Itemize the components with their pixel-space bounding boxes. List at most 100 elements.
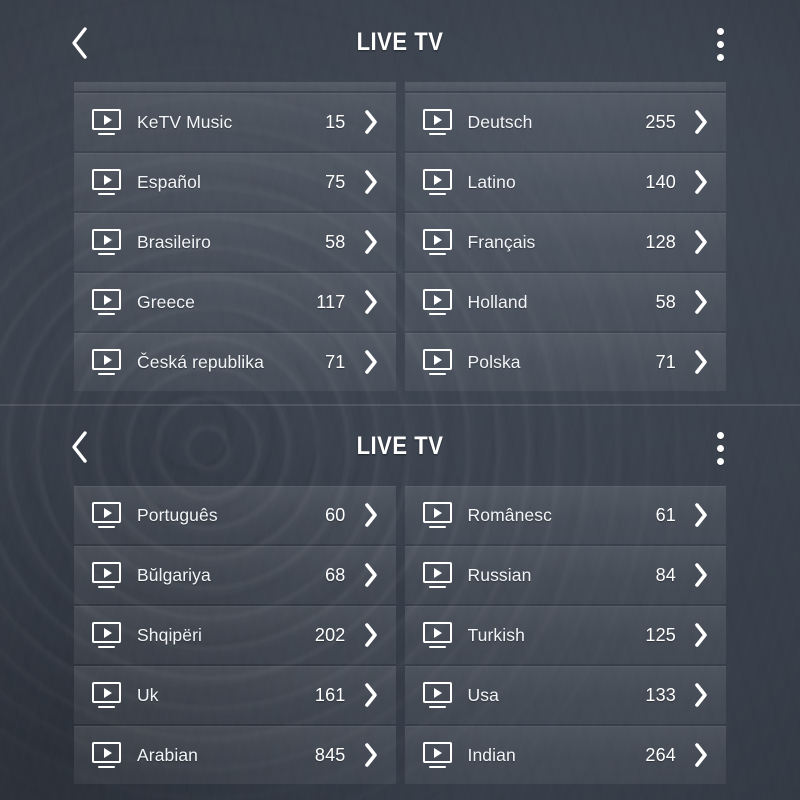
tv-stand-shape — [98, 312, 115, 315]
chevron-right-icon[interactable] — [690, 500, 712, 530]
channel-name: Arabian — [137, 744, 199, 765]
channel-row[interactable]: Shqipëri 202 — [74, 606, 396, 664]
tv-play-icon — [92, 502, 121, 528]
more-vertical-icon-dot-2 — [716, 444, 724, 452]
channel-row[interactable]: Usa 133 — [404, 666, 726, 724]
chevron-right-icon[interactable] — [360, 500, 382, 530]
channel-row[interactable]: Latino 140 — [404, 153, 726, 211]
app-screen: LIVE TV KeTV Music 15 Deutsch 255 Español 75 L… — [0, 0, 800, 800]
chevron-right-icon[interactable] — [360, 167, 382, 197]
tv-screen-shape — [422, 742, 452, 763]
overflow-menu-button-1[interactable] — [702, 22, 738, 66]
tv-stand-shape — [428, 705, 446, 708]
tv-screen-shape — [92, 562, 121, 583]
channel-count: 61 — [655, 504, 676, 525]
tv-screen-shape — [422, 169, 452, 190]
channel-row[interactable]: Uk 161 — [74, 666, 396, 724]
tv-stand-shape — [98, 192, 115, 195]
overflow-menu-button-2[interactable] — [702, 426, 738, 470]
channel-count: 84 — [655, 564, 676, 585]
chevron-right-icon[interactable] — [690, 107, 712, 137]
tv-screen-shape — [422, 229, 452, 250]
play-triangle-shape — [103, 747, 112, 758]
chevron-right-icon[interactable] — [360, 107, 382, 137]
chevron-right-icon[interactable] — [690, 560, 712, 590]
tv-play-icon — [92, 349, 121, 375]
channel-count: 202 — [314, 624, 346, 645]
channel-row[interactable]: Česká republika 71 — [74, 333, 396, 391]
tv-stand-shape — [428, 765, 446, 768]
channel-row[interactable]: Brasileiro 58 — [74, 213, 396, 271]
chevron-right-icon[interactable] — [690, 287, 712, 317]
sliver-cell-left — [74, 82, 396, 91]
channel-count: 133 — [645, 684, 676, 705]
channel-name: Shqipëri — [137, 624, 203, 645]
chevron-right-icon[interactable] — [360, 347, 382, 377]
play-triangle-shape — [434, 507, 442, 518]
channel-name: Usa — [467, 684, 499, 705]
play-triangle-shape — [103, 234, 112, 245]
chevron-right-icon[interactable] — [690, 167, 712, 197]
more-vertical-icon-dot-3 — [716, 457, 724, 465]
tv-stand-shape — [98, 252, 115, 255]
channel-name: Bŭlgariya — [137, 564, 211, 585]
chevron-right-icon[interactable] — [690, 620, 712, 650]
channel-row[interactable]: Bŭlgariya 68 — [74, 546, 396, 604]
chevron-right-icon[interactable] — [360, 680, 382, 710]
tv-screen-shape — [92, 502, 121, 523]
chevron-right-icon[interactable] — [360, 620, 382, 650]
channel-row[interactable]: Deutsch 255 — [404, 93, 726, 151]
channel-name: Indian — [467, 744, 516, 765]
channel-row[interactable]: KeTV Music 15 — [74, 93, 396, 151]
more-vertical-icon-dot-2 — [716, 40, 724, 48]
tv-screen-shape — [422, 289, 452, 310]
tv-play-icon — [92, 109, 121, 135]
channel-count: 15 — [325, 111, 346, 132]
channel-row[interactable]: Arabian 845 — [74, 726, 396, 784]
chevron-right-icon[interactable] — [690, 227, 712, 257]
channel-row[interactable]: Français 128 — [404, 213, 726, 271]
tv-stand-shape — [98, 705, 115, 708]
channel-name: Deutsch — [467, 111, 533, 132]
chevron-right-icon[interactable] — [360, 740, 382, 770]
tv-play-icon — [92, 229, 121, 255]
tv-stand-shape — [98, 765, 115, 768]
tv-screen-shape — [92, 229, 121, 250]
channel-row[interactable]: Turkish 125 — [404, 606, 726, 664]
channel-row[interactable]: Holland 58 — [404, 273, 726, 331]
tv-stand-shape — [428, 372, 446, 375]
chevron-right-icon[interactable] — [360, 227, 382, 257]
channel-row[interactable]: Polska 71 — [404, 333, 726, 391]
chevron-right-icon[interactable] — [690, 347, 712, 377]
channel-row[interactable]: Românesc 61 — [404, 486, 726, 544]
chevron-right-icon[interactable] — [360, 287, 382, 317]
play-triangle-shape — [103, 687, 112, 698]
channel-count: 845 — [314, 744, 346, 765]
tv-screen-shape — [422, 349, 452, 370]
channel-row[interactable]: Español 75 — [74, 153, 396, 211]
tv-screen-shape — [422, 622, 452, 643]
tv-play-icon — [422, 349, 452, 375]
channel-count: 125 — [645, 624, 676, 645]
play-triangle-shape — [434, 687, 442, 698]
chevron-right-icon[interactable] — [690, 680, 712, 710]
play-triangle-shape — [103, 174, 112, 185]
channel-name: Latino — [467, 171, 516, 192]
tv-play-icon — [422, 562, 452, 588]
channel-count: 128 — [645, 231, 676, 252]
tv-stand-shape — [98, 132, 115, 135]
channel-name: Brasileiro — [137, 231, 211, 252]
channel-row[interactable]: Indian 264 — [404, 726, 726, 784]
channel-name: Polska — [467, 351, 521, 372]
channel-name: Holland — [467, 291, 528, 312]
more-vertical-icon-dot-1 — [716, 27, 724, 35]
channel-row[interactable]: Português 60 — [74, 486, 396, 544]
channel-row[interactable]: Russian 84 — [404, 546, 726, 604]
channel-list-2: Português 60 Românesc 61 Bŭlgariya 68 Russian 8… — [0, 486, 800, 784]
play-triangle-shape — [434, 567, 442, 578]
channel-row[interactable]: Greece 117 — [74, 273, 396, 331]
sliver-cell-right — [404, 82, 726, 91]
play-triangle-shape — [434, 747, 442, 758]
chevron-right-icon[interactable] — [360, 560, 382, 590]
chevron-right-icon[interactable] — [690, 740, 712, 770]
